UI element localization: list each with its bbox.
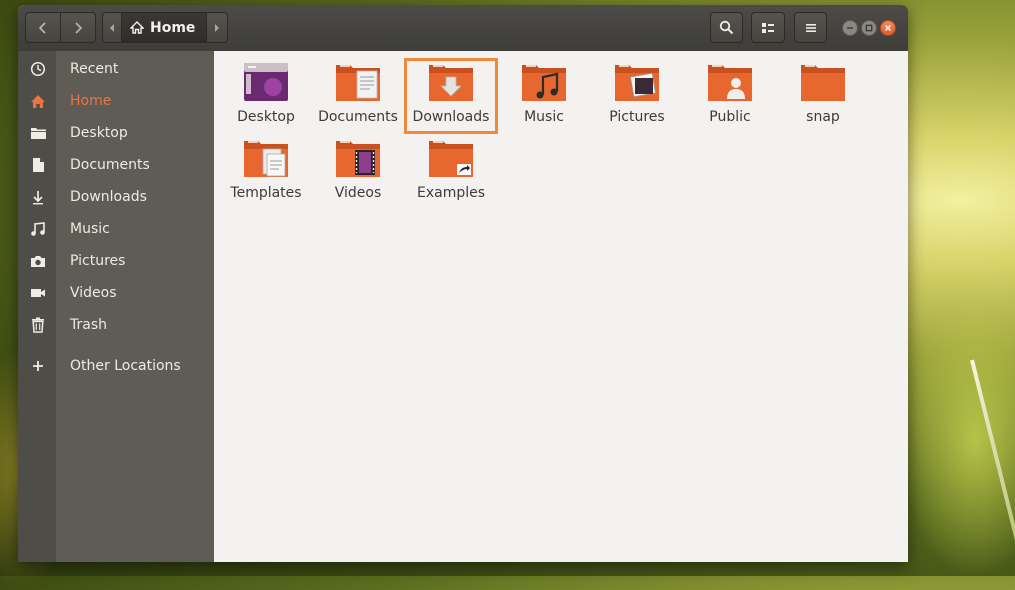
document-icon xyxy=(28,155,48,175)
path-bar-home-button[interactable]: Home xyxy=(121,12,207,43)
sidebar-item-label: Downloads xyxy=(70,189,147,205)
view-toggle-button[interactable] xyxy=(751,12,785,43)
list-view-icon xyxy=(762,22,774,33)
clock-icon xyxy=(28,59,48,79)
path-bar-location-label: Home xyxy=(150,19,196,36)
sidebar-item-trash[interactable]: Trash xyxy=(18,309,214,341)
sidebar-item-label: Desktop xyxy=(70,125,128,141)
file-view: Desktop Documents Downloads Music Pictur… xyxy=(214,51,908,562)
sidebar-item-pictures[interactable]: Pictures xyxy=(18,245,214,277)
search-button[interactable] xyxy=(710,12,743,43)
folder-icon xyxy=(798,61,848,103)
camera-icon xyxy=(28,251,48,271)
pictures-folder-icon xyxy=(612,61,662,103)
back-button[interactable] xyxy=(25,12,61,43)
file-item-label: Downloads xyxy=(412,109,490,125)
trash-icon xyxy=(28,315,48,335)
path-scroll-left-button[interactable] xyxy=(102,12,122,43)
file-item-label: Videos xyxy=(334,185,382,201)
downloads-folder-icon xyxy=(426,61,476,103)
documents-folder-icon xyxy=(333,61,383,103)
file-item-templates[interactable]: Templates xyxy=(222,137,310,207)
templates-folder-icon xyxy=(241,137,291,179)
wallpaper-blur xyxy=(900,300,1015,580)
file-item-music[interactable]: Music xyxy=(500,61,588,131)
sidebar-item-label: Recent xyxy=(70,61,119,77)
video-icon xyxy=(28,283,48,303)
file-item-label: Templates xyxy=(230,185,302,201)
maximize-icon xyxy=(865,24,873,32)
public-folder-icon xyxy=(705,61,755,103)
triangle-right-icon xyxy=(215,23,219,32)
file-item-label: Desktop xyxy=(237,109,295,125)
videos-folder-icon xyxy=(333,137,383,179)
sidebar-item-music[interactable]: Music xyxy=(18,213,214,245)
download-icon xyxy=(28,187,48,207)
file-item-label: Documents xyxy=(318,109,398,125)
file-item-documents[interactable]: Documents xyxy=(314,61,402,131)
sidebar-item-other-locations[interactable]: Other Locations xyxy=(18,350,214,382)
chevron-right-icon xyxy=(75,21,83,34)
close-icon xyxy=(885,25,891,31)
file-item-snap[interactable]: snap xyxy=(779,61,867,131)
minimize-icon xyxy=(847,27,853,29)
file-item-label: Music xyxy=(524,109,564,125)
sidebar-item-desktop[interactable]: Desktop xyxy=(18,117,214,149)
file-item-label: snap xyxy=(806,109,840,125)
chevron-left-icon xyxy=(38,21,46,34)
home-icon xyxy=(130,21,144,34)
file-item-label: Pictures xyxy=(609,109,665,125)
triangle-left-icon xyxy=(110,23,114,32)
minimize-button[interactable] xyxy=(842,20,858,36)
sidebar-item-label: Documents xyxy=(70,157,150,173)
file-item-examples[interactable]: Examples xyxy=(407,137,495,207)
music-icon xyxy=(28,219,48,239)
menu-button[interactable] xyxy=(794,12,827,43)
sidebar-item-home[interactable]: Home xyxy=(18,85,214,117)
sidebar-item-downloads[interactable]: Downloads xyxy=(18,181,214,213)
search-icon xyxy=(719,20,734,35)
sidebar-item-label: Home xyxy=(70,93,112,109)
sidebar-item-label: Trash xyxy=(70,317,107,333)
forward-button[interactable] xyxy=(60,12,96,43)
file-item-downloads[interactable]: Downloads xyxy=(404,58,498,134)
sidebar-item-videos[interactable]: Videos xyxy=(18,277,214,309)
sidebar-item-documents[interactable]: Documents xyxy=(18,149,214,181)
file-item-label: Examples xyxy=(416,185,486,201)
sidebar-item-label: Pictures xyxy=(70,253,126,269)
folder-icon xyxy=(28,123,48,143)
sidebar-item-label: Videos xyxy=(70,285,117,301)
sidebar-item-label: Other Locations xyxy=(70,358,181,374)
plus-icon xyxy=(28,356,48,376)
file-item-desktop[interactable]: Desktop xyxy=(222,61,310,131)
maximize-button[interactable] xyxy=(861,20,877,36)
desktop-folder-icon xyxy=(241,61,291,103)
file-manager-window: Home Recent Home Desktop Documents Downl… xyxy=(18,5,908,562)
examples-folder-icon xyxy=(426,137,476,179)
path-scroll-right-button[interactable] xyxy=(206,12,228,43)
sidebar-item-label: Music xyxy=(70,221,110,237)
music-folder-icon xyxy=(519,61,569,103)
home-icon xyxy=(28,91,48,111)
file-item-label: Public xyxy=(709,109,751,125)
sidebar-item-recent[interactable]: Recent xyxy=(18,53,214,85)
file-item-pictures[interactable]: Pictures xyxy=(593,61,681,131)
headerbar: Home xyxy=(18,5,908,52)
file-item-videos[interactable]: Videos xyxy=(314,137,402,207)
file-item-public[interactable]: Public xyxy=(686,61,774,131)
hamburger-menu-icon xyxy=(805,23,816,32)
places-sidebar: Recent Home Desktop Documents Downloads xyxy=(18,51,214,562)
close-button[interactable] xyxy=(880,20,896,36)
